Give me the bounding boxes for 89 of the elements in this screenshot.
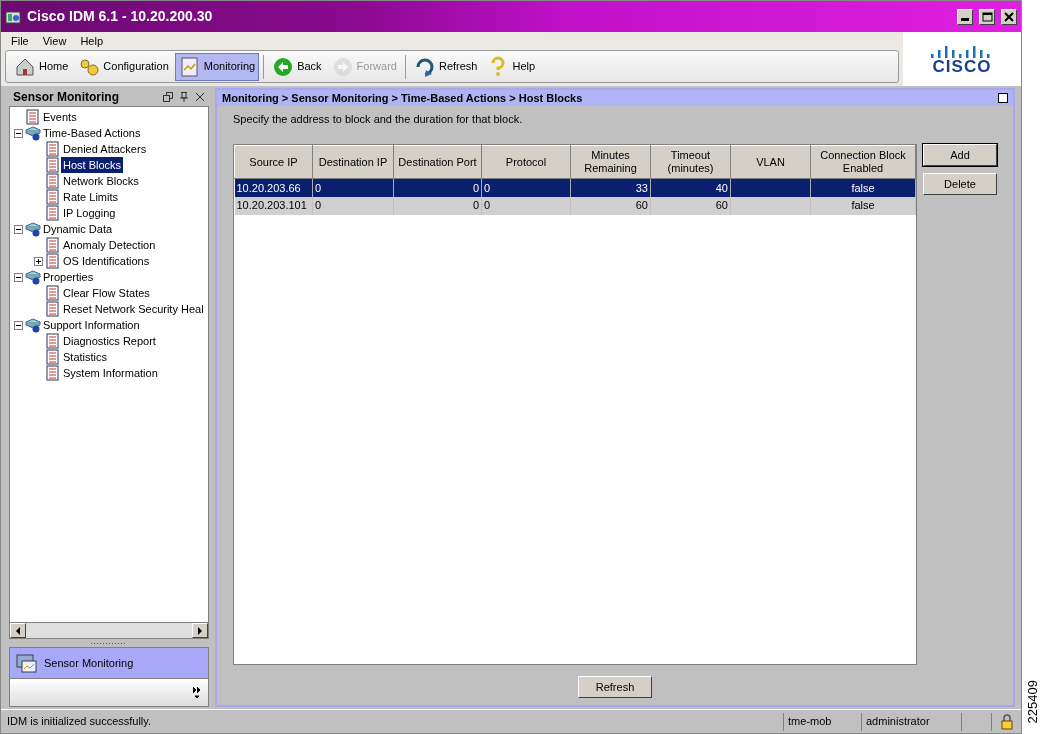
toolbar-button[interactable]: Back	[268, 52, 326, 81]
tree-item[interactable]: Properties	[41, 268, 96, 286]
document-icon	[45, 157, 61, 173]
tree-item[interactable]: Anomaly Detection	[61, 236, 158, 254]
chart-icon	[178, 55, 201, 78]
tree-item[interactable]: Time-Based Actions	[41, 124, 143, 142]
status-message: IDM is initialized successfully.	[6, 714, 153, 730]
menu-item[interactable]: Help	[80, 32, 103, 50]
tree-item[interactable]: Network Blocks	[61, 172, 141, 190]
expander-icon[interactable]	[14, 224, 23, 234]
toolbar-button[interactable]: Home	[10, 52, 73, 81]
tree-item[interactable]: Events	[41, 108, 79, 126]
logo-text: CISCO	[932, 57, 992, 75]
tree-item[interactable]: Denied Attackers	[61, 140, 149, 158]
document-icon	[45, 301, 61, 317]
scrollbar[interactable]	[9, 623, 209, 639]
maximize-icon	[981, 10, 993, 23]
document-icon	[45, 205, 61, 221]
action-button[interactable]: Delete	[923, 173, 997, 195]
column-header[interactable]: Minutes Remaining	[570, 145, 651, 179]
document-icon	[45, 333, 61, 349]
expander-icon[interactable]	[14, 272, 23, 282]
minimize-button[interactable]	[957, 8, 973, 25]
tree-item[interactable]: System Information	[61, 364, 160, 382]
minimize-icon	[961, 17, 969, 21]
chevron-icon[interactable]	[192, 685, 202, 700]
toolbar-button[interactable]: Configuration	[74, 52, 173, 81]
refresh-button[interactable]: Refresh	[578, 676, 652, 698]
window-title: Cisco IDM 6.1 - 10.20.200.30	[27, 7, 213, 26]
grip-icon[interactable]	[91, 641, 127, 645]
lock-icon	[1000, 713, 1013, 730]
nav-button[interactable]: Sensor Monitoring	[9, 647, 209, 679]
close-button[interactable]	[1001, 8, 1017, 25]
server-icon	[25, 269, 41, 285]
column-header[interactable]: Source IP	[234, 145, 313, 179]
app-icon	[5, 8, 21, 25]
document-icon	[45, 141, 61, 157]
toolbar-button[interactable]: Refresh	[409, 52, 482, 81]
breadcrumb: Monitoring > Sensor Monitoring > Time-Based Actions > Host Blocks	[222, 90, 583, 106]
document-icon	[25, 109, 41, 125]
server-icon	[25, 221, 41, 237]
document-icon	[45, 285, 61, 301]
server-icon	[25, 125, 41, 141]
tree-item[interactable]: Dynamic Data	[41, 220, 115, 238]
action-button[interactable]: Add	[923, 144, 997, 166]
toolbar-button[interactable]: Help	[483, 52, 540, 81]
monitor-icon	[16, 652, 38, 674]
tree-item[interactable]: Statistics	[61, 348, 109, 366]
tree-item[interactable]: Rate Limits	[61, 188, 121, 206]
document-icon	[45, 253, 61, 269]
maximize-button[interactable]	[979, 8, 995, 25]
tree-item[interactable]: Clear Flow States	[61, 284, 152, 302]
close-icon[interactable]	[195, 92, 205, 102]
server-icon	[25, 317, 41, 333]
tree-item[interactable]: Reset Network Security Heal	[61, 300, 206, 318]
column-header[interactable]: Destination IP	[312, 145, 394, 179]
maximize-icon[interactable]	[998, 93, 1008, 103]
right-arrow-icon[interactable]	[197, 626, 203, 635]
expander-icon[interactable]	[14, 320, 23, 330]
left-arrow-icon[interactable]	[15, 626, 21, 635]
tree-item[interactable]: Host Blocks	[61, 156, 124, 174]
menu-item[interactable]: File	[11, 32, 29, 50]
document-icon	[45, 237, 61, 253]
document-icon	[45, 189, 61, 205]
tree-item[interactable]: IP Logging	[61, 204, 118, 222]
panel-title: Sensor Monitoring	[13, 89, 120, 106]
close-icon	[1003, 10, 1015, 23]
column-header[interactable]: Connection Block Enabled	[810, 145, 916, 179]
column-header[interactable]: Protocol	[481, 145, 571, 179]
figure-number: 225409	[1026, 680, 1040, 724]
tree-item[interactable]: Diagnostics Report	[61, 332, 158, 350]
toolbar-button[interactable]: Monitoring	[174, 52, 260, 81]
restore-icon[interactable]	[163, 92, 173, 102]
column-header[interactable]: VLAN	[730, 145, 811, 179]
description-text: Specify the address to block and the duration for that block.	[233, 113, 523, 125]
tree-item[interactable]: OS Identifications	[61, 252, 152, 270]
tree-item[interactable]: Support Information	[41, 316, 142, 334]
document-icon	[45, 365, 61, 381]
expander-icon[interactable]	[34, 256, 43, 266]
document-icon	[45, 173, 61, 189]
column-header[interactable]: Timeout (minutes)	[650, 145, 731, 179]
document-icon	[45, 349, 61, 365]
menu-item[interactable]: View	[42, 32, 67, 50]
column-header[interactable]: Destination Port	[393, 145, 482, 179]
status-host: tme-mob	[788, 714, 832, 730]
status-user: administrator	[866, 714, 930, 730]
nav-button-label: Sensor Monitoring	[44, 655, 134, 671]
expander-icon[interactable]	[14, 128, 23, 138]
pin-icon[interactable]	[179, 92, 189, 102]
